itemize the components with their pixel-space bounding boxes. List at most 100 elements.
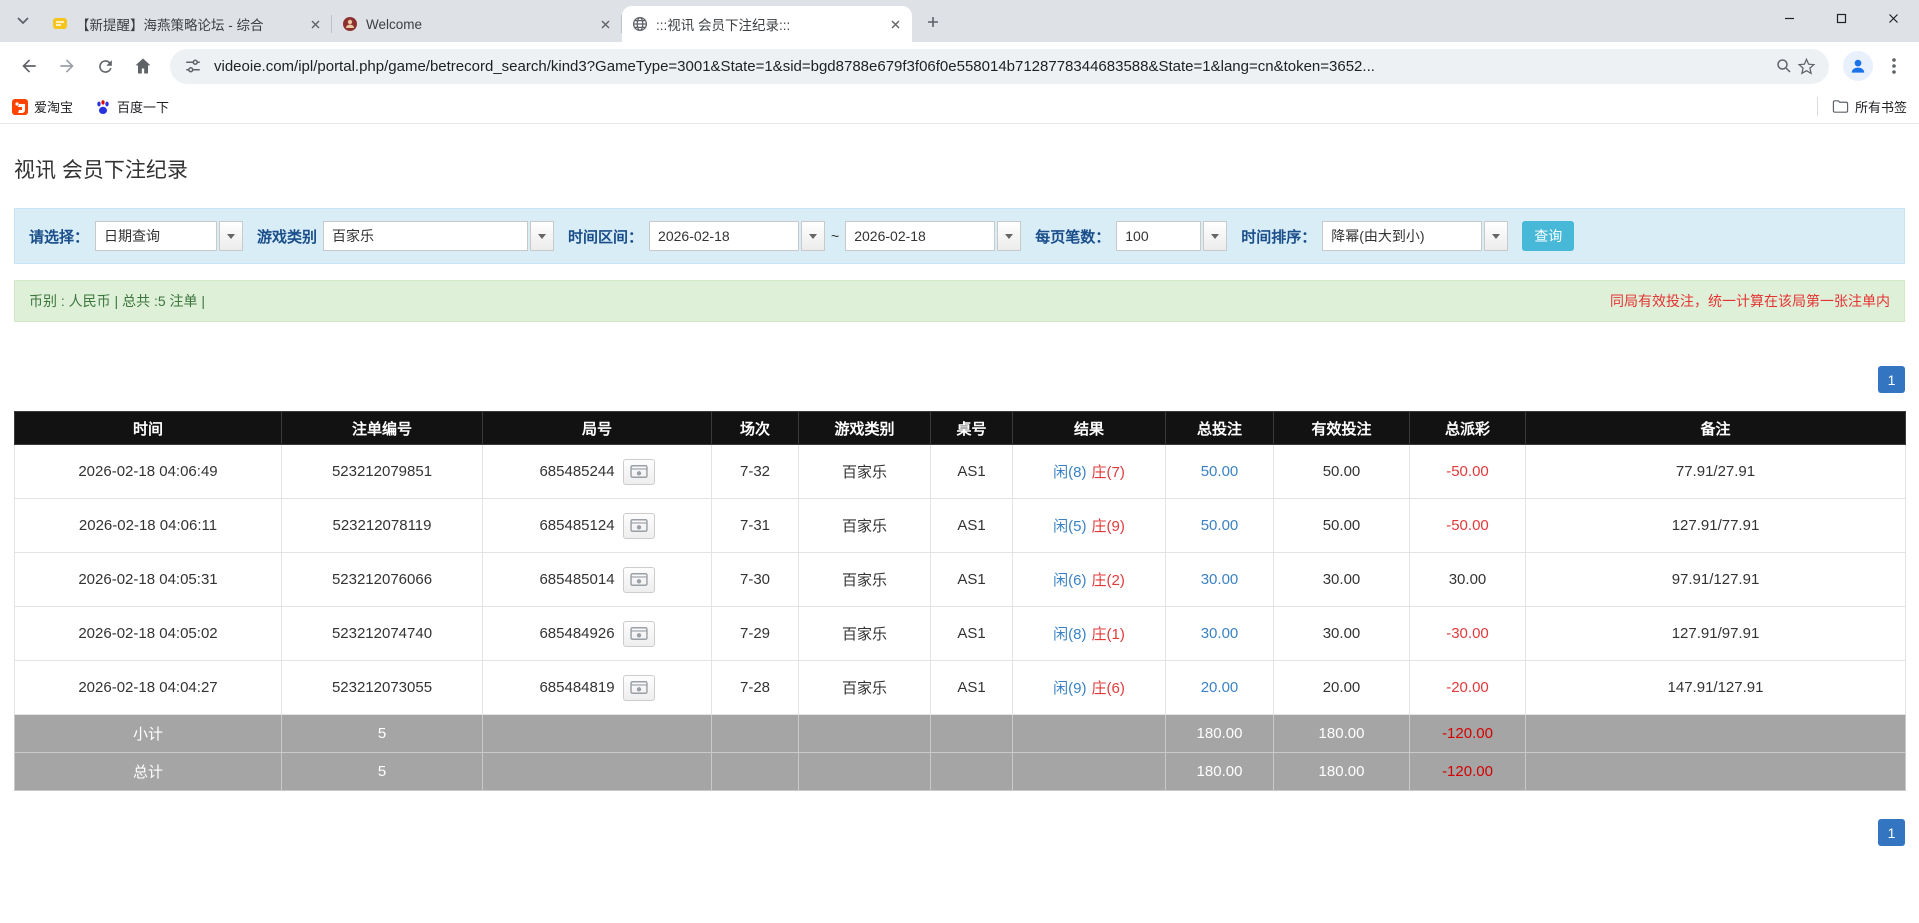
- date-to-value[interactable]: 2026-02-18: [845, 221, 995, 251]
- query-type-value[interactable]: 日期查询: [95, 221, 217, 251]
- baidu-icon: [95, 99, 111, 115]
- cell-result: 闲(8)庄(1): [1013, 607, 1166, 661]
- video-replay-button[interactable]: [623, 675, 655, 701]
- chevron-down-icon[interactable]: [801, 221, 825, 251]
- tab-welcome[interactable]: Welcome: [332, 6, 622, 42]
- globe-icon: [632, 16, 648, 32]
- forum-favicon-icon: [52, 16, 68, 32]
- close-window-button[interactable]: [1867, 0, 1919, 36]
- page-1-button[interactable]: 1: [1878, 819, 1905, 846]
- maximize-button[interactable]: [1815, 0, 1867, 36]
- game-type-select[interactable]: 百家乐: [323, 221, 554, 251]
- close-icon: [1888, 13, 1899, 24]
- sort-order-select[interactable]: 降幂(由大到小): [1322, 221, 1508, 251]
- cell-bet-id: 523212078119: [282, 499, 483, 553]
- table-row: 2026-02-18 04:06:11 523212078119 6854851…: [15, 499, 1906, 553]
- browser-menu-button[interactable]: [1879, 51, 1909, 81]
- tab-bet-records[interactable]: :::视讯 会员下注纪录:::: [622, 6, 912, 42]
- forward-button[interactable]: [50, 49, 84, 83]
- game-type-value[interactable]: 百家乐: [323, 221, 528, 251]
- subtotal-label: 小计: [15, 715, 282, 753]
- currency-summary-text: 币别 : 人民币 | 总共 :5 注单 |: [29, 291, 205, 311]
- page-1-button[interactable]: 1: [1878, 366, 1905, 393]
- reload-button[interactable]: [88, 49, 122, 83]
- chevron-down-icon[interactable]: [1484, 221, 1508, 251]
- sort-order-value[interactable]: 降幂(由大到小): [1322, 221, 1482, 251]
- result-player: 闲(9): [1053, 680, 1086, 697]
- date-separator: ~: [831, 228, 839, 244]
- total-bet-link[interactable]: 50.00: [1201, 463, 1239, 480]
- empty-cell: [712, 753, 799, 791]
- page-size-value[interactable]: 100: [1116, 221, 1201, 251]
- table-header-row: 时间 注单编号 局号 场次 游戏类别 桌号 结果 总投注 有效投注 总派彩 备注: [15, 412, 1906, 445]
- cell-bet-id: 523212073055: [282, 661, 483, 715]
- cell-round: 685484926: [483, 607, 712, 661]
- video-replay-button[interactable]: [623, 459, 655, 485]
- select-type-label: 请选择：: [29, 226, 89, 247]
- cell-session: 7-32: [712, 445, 799, 499]
- profile-avatar[interactable]: [1843, 51, 1873, 81]
- cell-remark: 147.91/127.91: [1526, 661, 1906, 715]
- total-bet-link[interactable]: 30.00: [1201, 625, 1239, 642]
- home-button[interactable]: [126, 49, 160, 83]
- cell-valid-bet: 20.00: [1274, 661, 1410, 715]
- cell-game: 百家乐: [799, 607, 931, 661]
- cell-session: 7-31: [712, 499, 799, 553]
- url-text[interactable]: videoie.com/ipl/portal.php/game/betrecor…: [214, 58, 1763, 75]
- video-replay-button[interactable]: [623, 567, 655, 593]
- tab-close-icon[interactable]: [596, 15, 614, 33]
- table-row: 2026-02-18 04:05:02 523212074740 6854849…: [15, 607, 1906, 661]
- bookmark-star-icon[interactable]: [1795, 55, 1817, 77]
- home-icon: [133, 56, 153, 76]
- cell-round: 685484819: [483, 661, 712, 715]
- round-id: 685484819: [539, 678, 614, 695]
- back-button[interactable]: [12, 49, 46, 83]
- result-player: 闲(8): [1053, 626, 1086, 643]
- cell-payout: -50.00: [1410, 499, 1526, 553]
- total-bet-link[interactable]: 50.00: [1201, 517, 1239, 534]
- pagination-top: 1: [14, 366, 1905, 393]
- zoom-icon[interactable]: [1773, 55, 1795, 77]
- chevron-down-icon[interactable]: [1203, 221, 1227, 251]
- total-bet-link[interactable]: 30.00: [1201, 571, 1239, 588]
- chevron-down-icon[interactable]: [219, 221, 243, 251]
- cell-game: 百家乐: [799, 553, 931, 607]
- tab-close-icon[interactable]: [886, 15, 904, 33]
- video-replay-button[interactable]: [623, 621, 655, 647]
- date-to-select[interactable]: 2026-02-18: [845, 221, 1021, 251]
- cell-payout: 30.00: [1410, 553, 1526, 607]
- empty-cell: [712, 715, 799, 753]
- cell-remark: 77.91/27.91: [1526, 445, 1906, 499]
- cell-round: 685485244: [483, 445, 712, 499]
- bookmarks-bar: 爱淘宝 百度一下 所有书签: [0, 90, 1919, 124]
- empty-cell: [1013, 753, 1166, 791]
- site-settings-icon[interactable]: [182, 55, 204, 77]
- bookmark-taobao[interactable]: 爱淘宝: [12, 97, 73, 116]
- all-bookmarks-button[interactable]: 所有书签: [1817, 97, 1907, 116]
- new-tab-button[interactable]: [918, 7, 948, 37]
- cell-session: 7-29: [712, 607, 799, 661]
- search-button[interactable]: 查询: [1522, 221, 1574, 251]
- header-game: 游戏类别: [799, 412, 931, 445]
- total-bet-link[interactable]: 20.00: [1201, 679, 1239, 696]
- bookmark-baidu[interactable]: 百度一下: [95, 97, 169, 116]
- address-bar[interactable]: videoie.com/ipl/portal.php/game/betrecor…: [170, 49, 1829, 84]
- date-from-select[interactable]: 2026-02-18: [649, 221, 825, 251]
- cell-time: 2026-02-18 04:04:27: [15, 661, 282, 715]
- cell-total-bet: 30.00: [1166, 553, 1274, 607]
- video-replay-button[interactable]: [623, 513, 655, 539]
- date-from-value[interactable]: 2026-02-18: [649, 221, 799, 251]
- tab-close-icon[interactable]: [306, 15, 324, 33]
- empty-cell: [799, 753, 931, 791]
- query-type-select[interactable]: 日期查询: [95, 221, 243, 251]
- page-size-select[interactable]: 100: [1116, 221, 1227, 251]
- chevron-down-icon[interactable]: [530, 221, 554, 251]
- bet-records-table: 时间 注单编号 局号 场次 游戏类别 桌号 结果 总投注 有效投注 总派彩 备注…: [14, 411, 1906, 791]
- chevron-down-icon[interactable]: [997, 221, 1021, 251]
- tab-search-button[interactable]: [6, 4, 40, 38]
- minimize-button[interactable]: [1763, 0, 1815, 36]
- forward-arrow-icon: [57, 56, 77, 76]
- plus-icon: [927, 16, 939, 28]
- summary-notice-text: 同局有效投注，统一计算在该局第一张注单内: [1610, 291, 1890, 311]
- tab-forum[interactable]: 【新提醒】海燕策略论坛 - 综合: [42, 6, 332, 42]
